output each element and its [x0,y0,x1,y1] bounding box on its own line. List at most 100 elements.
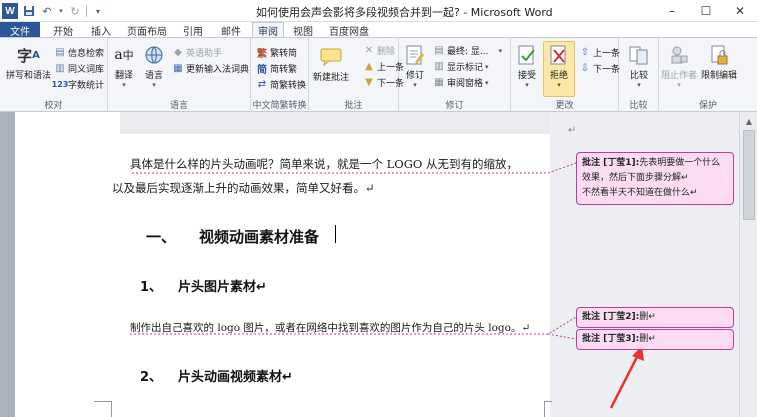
block-authors-dropdown-icon: ▾ [677,81,681,89]
tab-home[interactable]: 开始 [46,22,80,38]
heading-1-number[interactable]: 一、 [146,226,176,247]
redo-icon[interactable]: ↻ [68,4,82,18]
previous-change-label: 上一条 [593,49,621,59]
research-button[interactable]: ▤ 信息检索 [54,46,104,59]
translate-button[interactable]: a中 翻译 ▾ [112,42,136,89]
translate-label: 翻译 [114,71,133,81]
group-proofing: 字A 拼写和语法 ▤ 信息检索 ▥ 同义词库 123 字数统计 校对 [0,38,108,112]
update-ime-button[interactable]: ▦ 更新输入法词典 [172,62,249,75]
restrict-editing-button[interactable]: 限制编辑 [701,42,737,81]
word-logo-icon[interactable]: W [2,3,18,19]
next-change-button[interactable]: ⇩ 下一条 [579,62,620,75]
tab-references[interactable]: 引用 [176,22,210,38]
reject-label: 拒绝 [549,71,568,81]
new-comment-button[interactable]: 新建批注 [313,44,349,83]
next-comment-icon: ▼ [365,77,373,88]
comment-balloon-1[interactable]: 批注 [丁莹1]:先表明要做一个什么 效果，然后下面步骤分解↵ 不然看半天不知道… [576,152,734,205]
scrollbar-thumb[interactable] [743,130,755,220]
convert-button[interactable]: ⇄ 简繁转换 [256,78,306,91]
paragraph-2[interactable]: 制作出自己喜欢的 logo 图片，或者在网络中找到喜欢的图片作为自己的片头 lo… [130,320,530,335]
heading-2b-number[interactable]: 2、 [140,366,162,385]
compare-label: 比较 [629,71,648,81]
group-label-compare: 比较 [629,101,648,111]
accept-button[interactable]: 接受 ▾ [515,42,539,89]
comment-balloon-2[interactable]: 批注 [丁莹2]:删↵ [576,307,734,328]
compare-button[interactable]: 比较 ▾ [627,42,651,89]
previous-change-icon: ⇧ [580,47,590,58]
display-for-review-dropdown[interactable]: ▤ 最终: 显... ▾ [433,44,502,57]
tab-review[interactable]: 审阅 [252,22,284,38]
customize-qat-icon[interactable]: ▾ [91,4,105,18]
heading-2b-text[interactable]: 片头动画视频素材↵ [178,366,293,385]
reject-button[interactable]: 拒绝 ▾ [543,41,575,97]
accept-icon [515,42,539,68]
vertical-ruler [0,112,14,417]
word-count-button[interactable]: 123 字数统计 [51,78,105,91]
english-assistant-label: 英语助手 [186,49,223,59]
heading-2a-number[interactable]: 1、 [140,276,162,295]
previous-change-button[interactable]: ⇧ 上一条 [579,46,620,59]
thesaurus-button[interactable]: ▥ 同义词库 [54,62,104,75]
undo-dropdown-icon[interactable]: ▾ [58,4,64,18]
thesaurus-label: 同义词库 [68,65,105,75]
group-protect: 阻止作者 ▾ 限制编辑 保护 [659,38,757,112]
display-review-icon: ▤ [434,45,444,56]
comment-3-text: 删↵ [639,334,656,344]
tab-file[interactable]: 文件 [0,22,40,38]
heading-1-text[interactable]: 视频动画素材准备 [199,226,319,247]
paragraph-1-line-1[interactable]: 具体是什么样的片头动画呢？简单来说，就是一个 LOGO 从无到有的缩放， [130,156,518,172]
heading-2a-text[interactable]: 片头图片素材↵ [178,276,267,295]
show-markup-button[interactable]: ▥ 显示标记 ▾ [433,60,488,73]
track-changes-button[interactable]: 修订 ▾ [403,42,427,89]
block-authors-icon [667,42,691,68]
group-label-tracking: 修订 [445,101,464,111]
vertical-scrollbar[interactable]: ▲ [739,112,757,417]
delete-comment-label: 删除 [377,47,396,57]
delete-comment-button[interactable]: ✕ 删除 [363,44,395,57]
tab-mailings[interactable]: 邮件 [214,22,248,38]
language-button[interactable]: 语言 ▾ [142,42,166,89]
quick-access-toolbar: W ↶ ▾ ↻ ▾ [2,2,105,20]
word-count-icon: 123 [51,80,69,89]
tab-view[interactable]: 视图 [288,22,318,38]
group-label-changes: 更改 [555,101,574,111]
word-count-label: 字数统计 [68,81,105,91]
reviewing-pane-icon: ▦ [434,77,444,88]
comment-balloon-3[interactable]: 批注 [丁莹3]:删↵ [576,329,734,350]
comment-2-text: 删↵ [639,312,656,322]
spelling-grammar-button[interactable]: 字A 拼写和语法 [6,42,51,82]
window-title: 如何使用会声会影将多段视频合并到一起? - Microsoft Word [256,6,553,19]
reject-icon [547,42,571,68]
block-authors-label: 阻止作者 [661,71,698,81]
research-book-icon: ▤ [55,47,65,58]
reviewing-pane-button[interactable]: ▦ 审阅窗格 ▾ [433,76,488,89]
tab-insert[interactable]: 插入 [84,22,118,38]
page-corner-mark-left [94,401,112,417]
next-change-label: 下一条 [593,65,621,75]
scroll-up-icon[interactable]: ▲ [743,116,755,126]
to-simplified-button[interactable]: 繁 繁转简 [256,46,297,60]
previous-comment-button[interactable]: ▲ 上一条 [363,60,404,73]
tab-baidu-netdisk[interactable]: 百度网盘 [324,22,374,38]
paragraph-1-line-2[interactable]: 以及最后实现逐渐上升的动画效果，简单又好看。↵ [112,180,375,196]
next-comment-button[interactable]: ▼ 下一条 [363,76,404,89]
window-controls: – ☐ ✕ [655,0,757,22]
block-authors-button[interactable]: 阻止作者 ▾ [661,42,697,89]
save-icon[interactable] [22,4,36,18]
group-label-proofing: 校对 [44,101,63,111]
page-header-region [120,112,570,134]
group-label-protect: 保护 [698,101,717,111]
english-assistant-button[interactable]: ◆ 英语助手 [172,46,222,59]
ribbon: 字A 拼写和语法 ▤ 信息检索 ▥ 同义词库 123 字数统计 校对 a中 翻译… [0,37,757,112]
minimize-button[interactable]: – [655,0,689,22]
to-traditional-button[interactable]: 简 简转繁 [256,62,297,76]
track-changes-icon [403,42,427,68]
group-label-language: 语言 [169,101,188,111]
top-paragraph-mark: ↵ [568,125,577,136]
tab-page-layout[interactable]: 页面布局 [122,22,172,38]
maximize-button[interactable]: ☐ [689,0,723,22]
undo-icon[interactable]: ↶ [40,4,54,18]
group-compare: 比较 ▾ 比较 [619,38,659,112]
next-change-icon: ⇩ [580,63,590,74]
close-button[interactable]: ✕ [723,0,757,22]
